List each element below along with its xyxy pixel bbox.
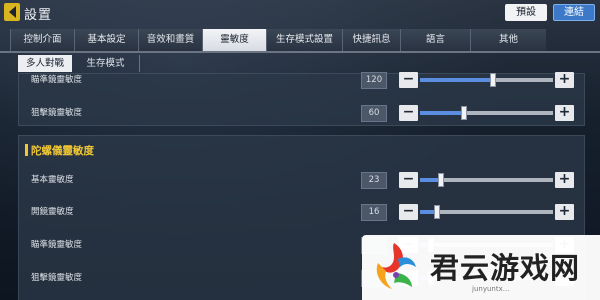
decrease-button[interactable]: −	[399, 204, 418, 220]
slider-label: 狙擊鏡靈敏度	[31, 273, 83, 283]
top-bar: 設置 預設 連結	[0, 0, 600, 26]
slider-track[interactable]	[420, 173, 553, 187]
slider-label: 基本靈敏度	[31, 175, 74, 185]
value-input[interactable]: 23	[361, 172, 387, 189]
site-watermark: 君云游戏网 junyuntx...	[362, 235, 600, 300]
watermark-domain: junyuntx...	[472, 285, 510, 293]
slider-row: 瞄準鏡靈敏度 120 − +	[19, 69, 584, 91]
slider-track[interactable]	[420, 106, 553, 120]
slider-track[interactable]	[420, 73, 553, 87]
back-arrow-icon	[8, 6, 16, 18]
slider-handle[interactable]	[461, 106, 467, 120]
slider-row: 狙擊鏡靈敏度 60 − +	[19, 102, 584, 124]
slider-label: 瞄準鏡靈敏度	[31, 75, 83, 85]
tab-quick-messages[interactable]: 快捷訊息	[342, 29, 400, 51]
decrease-button[interactable]: −	[399, 105, 418, 121]
section-title: 陀螺儀靈敏度	[31, 145, 94, 157]
tab-underline	[0, 51, 600, 53]
slider-label: 瞄準鏡靈敏度	[31, 240, 83, 250]
tab-language[interactable]: 語言	[400, 29, 470, 51]
decrease-button[interactable]: −	[399, 172, 418, 188]
scope-sensitivity-panel: 瞄準鏡靈敏度 120 − + 狙擊鏡靈敏度 60 − +	[18, 72, 585, 126]
slider-fill	[420, 111, 464, 115]
page-title: 設置	[24, 8, 53, 23]
tab-audio-graphics[interactable]: 音效和畫質	[138, 29, 202, 51]
slider-label: 開鏡靈敏度	[31, 207, 74, 217]
tab-sensitivity[interactable]: 靈敏度	[202, 29, 266, 51]
increase-button[interactable]: +	[555, 72, 574, 88]
slider-fill	[420, 78, 493, 82]
tab-bar: 控制介面 基本設定 音效和畫質 靈敏度 生存模式設置 快捷訊息 語言 其他	[10, 29, 546, 51]
value-input[interactable]: 16	[361, 204, 387, 221]
slider-handle[interactable]	[490, 73, 496, 87]
slider-handle[interactable]	[434, 205, 440, 219]
tab-control-ui[interactable]: 控制介面	[10, 29, 74, 51]
increase-button[interactable]: +	[555, 105, 574, 121]
value-input[interactable]: 60	[361, 105, 387, 122]
slider-row: 基本靈敏度 23 − +	[19, 169, 584, 191]
slider-row: 開鏡靈敏度 16 − +	[19, 201, 584, 223]
increase-button[interactable]: +	[555, 172, 574, 188]
back-button[interactable]	[4, 3, 20, 21]
connect-button[interactable]: 連結	[553, 4, 595, 21]
increase-button[interactable]: +	[555, 204, 574, 220]
watermark-brand: 君云游戏网	[430, 251, 581, 285]
value-input[interactable]: 120	[361, 72, 387, 89]
tab-other[interactable]: 其他	[470, 29, 546, 51]
preset-button[interactable]: 預設	[505, 4, 547, 21]
slider-track[interactable]	[420, 205, 553, 219]
slider-label: 狙擊鏡靈敏度	[31, 108, 83, 118]
tab-basic-settings[interactable]: 基本設定	[74, 29, 138, 51]
settings-screen: 設置 預設 連結 控制介面 基本設定 音效和畫質 靈敏度 生存模式設置 快捷訊息…	[0, 0, 600, 300]
decrease-button[interactable]: −	[399, 72, 418, 88]
tab-survival-settings[interactable]: 生存模式設置	[266, 29, 342, 51]
slider-handle[interactable]	[438, 173, 444, 187]
section-marker	[25, 144, 28, 156]
watermark-logo-icon	[376, 243, 416, 289]
